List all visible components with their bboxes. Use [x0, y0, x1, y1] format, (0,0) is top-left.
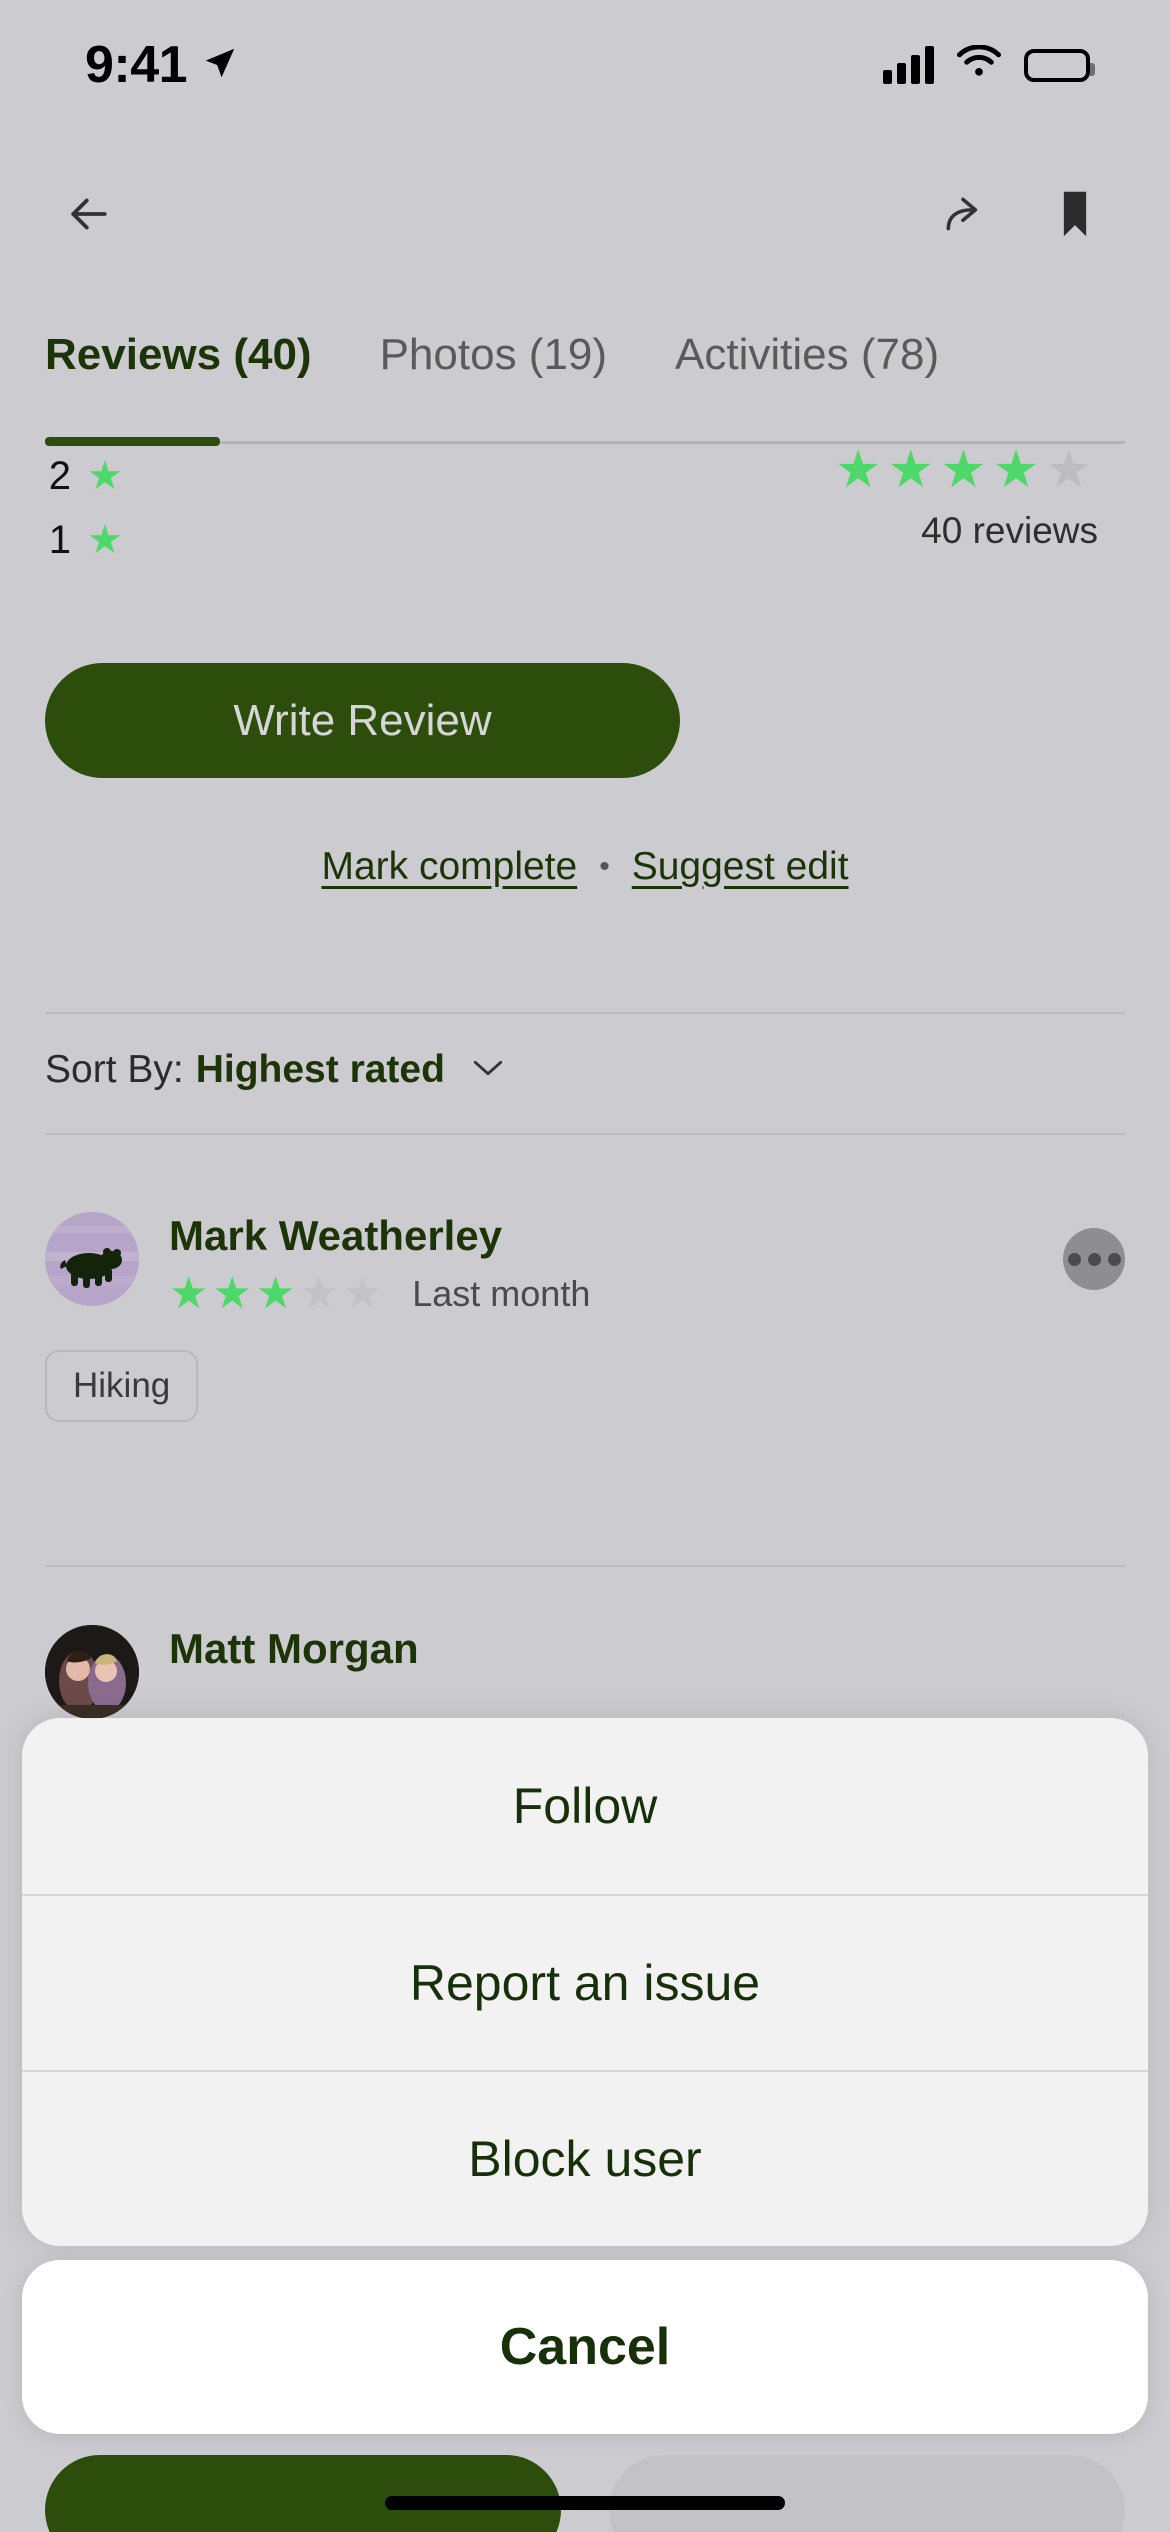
- review-rating-stars: ★★★★★: [169, 1272, 386, 1316]
- review-date: Last month: [412, 1273, 591, 1315]
- tab-reviews[interactable]: Reviews (40): [45, 330, 312, 402]
- bookmark-icon: [1052, 188, 1098, 243]
- more-dot: [1107, 1252, 1121, 1266]
- tab-activities[interactable]: Activities (78): [675, 330, 939, 402]
- star-icon: ★: [87, 454, 123, 498]
- navigation-actions: [940, 188, 1098, 243]
- share-arrow-icon: [940, 189, 990, 242]
- mark-complete-link[interactable]: Mark complete: [321, 845, 577, 889]
- review-stars-empty: ★★: [299, 1269, 387, 1319]
- review-content: Matt Morgan: [169, 1625, 1125, 1671]
- status-bar-left: 9:41: [85, 35, 239, 95]
- rating-distribution-label: 1: [48, 517, 71, 562]
- bookmark-button[interactable]: [1052, 188, 1098, 243]
- status-bar-clock: 9:41: [85, 36, 188, 94]
- avatar[interactable]: [45, 1625, 139, 1719]
- tab-photos[interactable]: Photos (19): [380, 330, 607, 402]
- background-secondary-button: [609, 2455, 1125, 2532]
- sort-by-control[interactable]: Sort By: Highest rated: [45, 1048, 505, 1092]
- back-button[interactable]: [62, 187, 116, 244]
- rating-distribution-row: 2 ★: [45, 444, 139, 508]
- action-sheet-item-block[interactable]: Block user: [22, 2070, 1148, 2246]
- wifi-icon: [956, 43, 1002, 86]
- suggest-edit-link[interactable]: Suggest edit: [632, 845, 849, 889]
- action-sheet: Follow Report an issue Block user: [22, 1718, 1148, 2246]
- action-sheet-item-follow[interactable]: Follow: [22, 1718, 1148, 1894]
- reviewer-name[interactable]: Matt Morgan: [169, 1626, 1125, 1671]
- avatar[interactable]: [45, 1212, 139, 1306]
- review-item: Matt Morgan: [45, 1625, 1125, 1719]
- home-indicator: [385, 2496, 785, 2510]
- review-tag-hiking[interactable]: Hiking: [45, 1350, 199, 1423]
- more-dot: [1087, 1252, 1101, 1266]
- review-divider: [45, 1565, 1125, 1567]
- rating-summary-panel: 2 ★ 1 ★ ★★★★★ 40 reviews: [0, 444, 1170, 634]
- rating-distribution-row: 1 ★: [45, 508, 139, 572]
- star-icon: ★: [87, 518, 123, 562]
- cancel-button[interactable]: Cancel: [22, 2260, 1148, 2434]
- status-bar-right: [883, 43, 1095, 86]
- status-bar: 9:41: [0, 0, 1170, 130]
- navigation-bar: [0, 160, 1170, 270]
- tab-bar: Reviews (40) Photos (19) Activities (78): [0, 330, 1170, 402]
- action-sheet-cancel-container: Cancel: [22, 2260, 1148, 2434]
- review-item: Mark Weatherley ★★★★★ Last month Hiking: [45, 1212, 1125, 1423]
- location-arrow-icon: [201, 44, 239, 87]
- action-sheet-item-report[interactable]: Report an issue: [22, 1894, 1148, 2070]
- more-options-button[interactable]: [1063, 1228, 1125, 1290]
- review-content: Mark Weatherley ★★★★★ Last month: [169, 1212, 1063, 1316]
- review-count-label: 40 reviews: [921, 510, 1098, 551]
- battery-full-icon: [1024, 48, 1095, 82]
- sort-by-value: Highest rated: [195, 1048, 445, 1091]
- share-button[interactable]: [940, 189, 990, 242]
- background-primary-button: [45, 2455, 561, 2532]
- overall-rating: ★★★★★ 40 reviews: [835, 444, 1098, 552]
- cellular-signal-icon: [883, 46, 934, 84]
- sort-divider-bottom: [45, 1133, 1125, 1135]
- rating-distribution: 2 ★ 1 ★: [45, 444, 139, 572]
- overall-stars-empty: ★: [1045, 441, 1098, 499]
- more-dot: [1067, 1252, 1081, 1266]
- reviewer-name[interactable]: Mark Weatherley: [169, 1213, 1063, 1258]
- review-stars-filled: ★★★: [169, 1269, 300, 1319]
- review-meta: ★★★★★ Last month: [169, 1272, 1063, 1316]
- review-header: Mark Weatherley ★★★★★ Last month: [45, 1212, 1125, 1316]
- arrow-left-icon: [62, 187, 116, 244]
- sort-divider-top: [45, 1012, 1125, 1014]
- write-review-button[interactable]: Write Review: [45, 663, 680, 778]
- meta-separator: •: [599, 850, 610, 883]
- overall-stars-filled: ★★★★: [834, 441, 1046, 499]
- meta-links-row: Mark complete • Suggest edit: [0, 845, 1170, 889]
- review-header: Matt Morgan: [45, 1625, 1125, 1719]
- rating-distribution-label: 2: [48, 453, 71, 498]
- background-button-row: [0, 2455, 1170, 2532]
- sort-by-label: Sort By:: [45, 1048, 184, 1091]
- chevron-down-icon: [471, 1057, 505, 1084]
- overall-rating-stars: ★★★★★: [835, 444, 1098, 496]
